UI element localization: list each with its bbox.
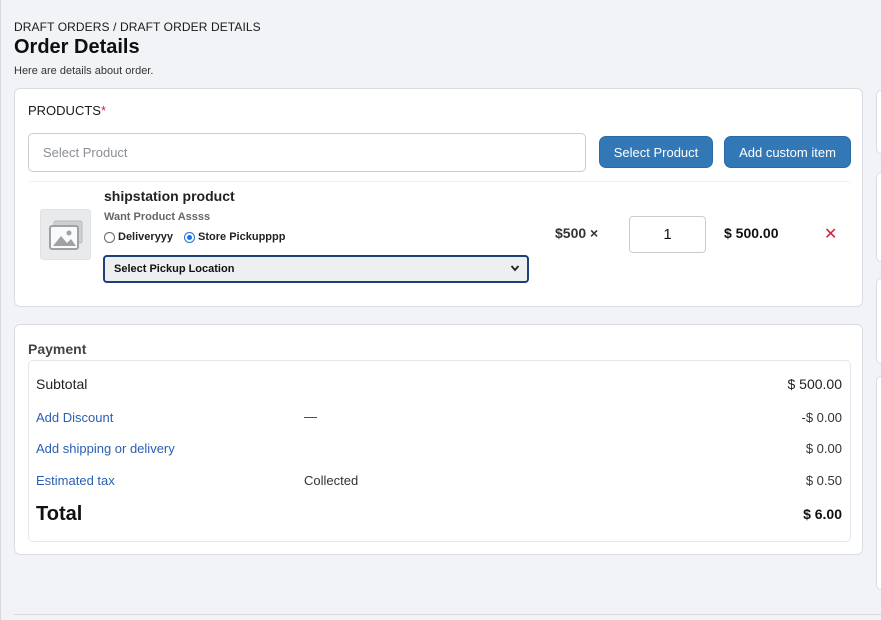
pickup-location-select[interactable]: Select Pickup Location xyxy=(103,255,529,283)
product-name: shipstation product xyxy=(104,188,235,204)
total-value: $ 6.00 xyxy=(803,506,842,522)
delivery-radio-label[interactable]: Deliveryyy xyxy=(118,231,173,243)
page-subtitle: Here are details about order. xyxy=(14,65,154,77)
line-total: $ 500.00 xyxy=(724,225,779,241)
payment-heading: Payment xyxy=(28,341,87,357)
page-title: Order Details xyxy=(14,36,140,58)
store-pickup-radio-label[interactable]: Store Pickupppp xyxy=(198,231,285,243)
discount-value: -$ 0.00 xyxy=(801,410,842,425)
product-search-input[interactable] xyxy=(28,133,586,172)
product-subtitle: Want Product Assss xyxy=(104,211,211,223)
quantity-input[interactable] xyxy=(629,216,706,253)
total-label: Total xyxy=(36,503,83,525)
side-panel-fragment xyxy=(876,90,881,154)
side-panel-fragment xyxy=(876,278,881,364)
shipping-value: $ 0.00 xyxy=(805,441,842,456)
tax-status: Collected xyxy=(304,473,359,488)
payment-card: Payment Subtotal $ 500.00 Add Discount —… xyxy=(14,324,863,555)
products-card: PRODUCTS* Select Product Add custom item… xyxy=(14,88,863,307)
products-label: PRODUCTS* xyxy=(28,103,106,118)
fulfillment-options: Deliveryyy Store Pickupppp xyxy=(102,231,294,243)
side-panel-fragment xyxy=(876,172,881,262)
add-shipping-link[interactable]: Add shipping or delivery xyxy=(36,441,175,456)
payment-summary: Subtotal $ 500.00 Add Discount — -$ 0.00… xyxy=(28,360,851,542)
page-left-border xyxy=(0,0,1,620)
add-discount-link[interactable]: Add Discount xyxy=(36,410,113,425)
estimated-tax-link[interactable]: Estimated tax xyxy=(36,473,115,488)
delivery-radio[interactable] xyxy=(104,231,115,243)
required-mark: * xyxy=(100,103,107,118)
products-label-text: PRODUCTS xyxy=(28,103,101,118)
discount-detail: — xyxy=(304,409,317,424)
pickup-location-select-value: Select Pickup Location xyxy=(114,263,235,275)
side-panel-fragment xyxy=(876,376,881,590)
subtotal-label: Subtotal xyxy=(36,376,88,392)
image-placeholder-icon xyxy=(40,209,91,260)
remove-item-icon[interactable]: ✕ xyxy=(824,224,837,244)
store-pickup-radio[interactable] xyxy=(184,231,196,243)
breadcrumb: DRAFT ORDERS / DRAFT ORDER DETAILS xyxy=(14,20,261,34)
tax-value: $ 0.50 xyxy=(805,473,842,488)
footer-divider xyxy=(14,614,881,615)
subtotal-value: $ 500.00 xyxy=(787,376,843,392)
unit-price: $500 × xyxy=(555,225,599,241)
product-line-item: shipstation product Want Product Assss D… xyxy=(28,181,851,296)
select-product-button[interactable]: Select Product xyxy=(599,136,713,168)
add-custom-item-button[interactable]: Add custom item xyxy=(724,136,851,168)
chevron-down-icon xyxy=(510,265,520,272)
